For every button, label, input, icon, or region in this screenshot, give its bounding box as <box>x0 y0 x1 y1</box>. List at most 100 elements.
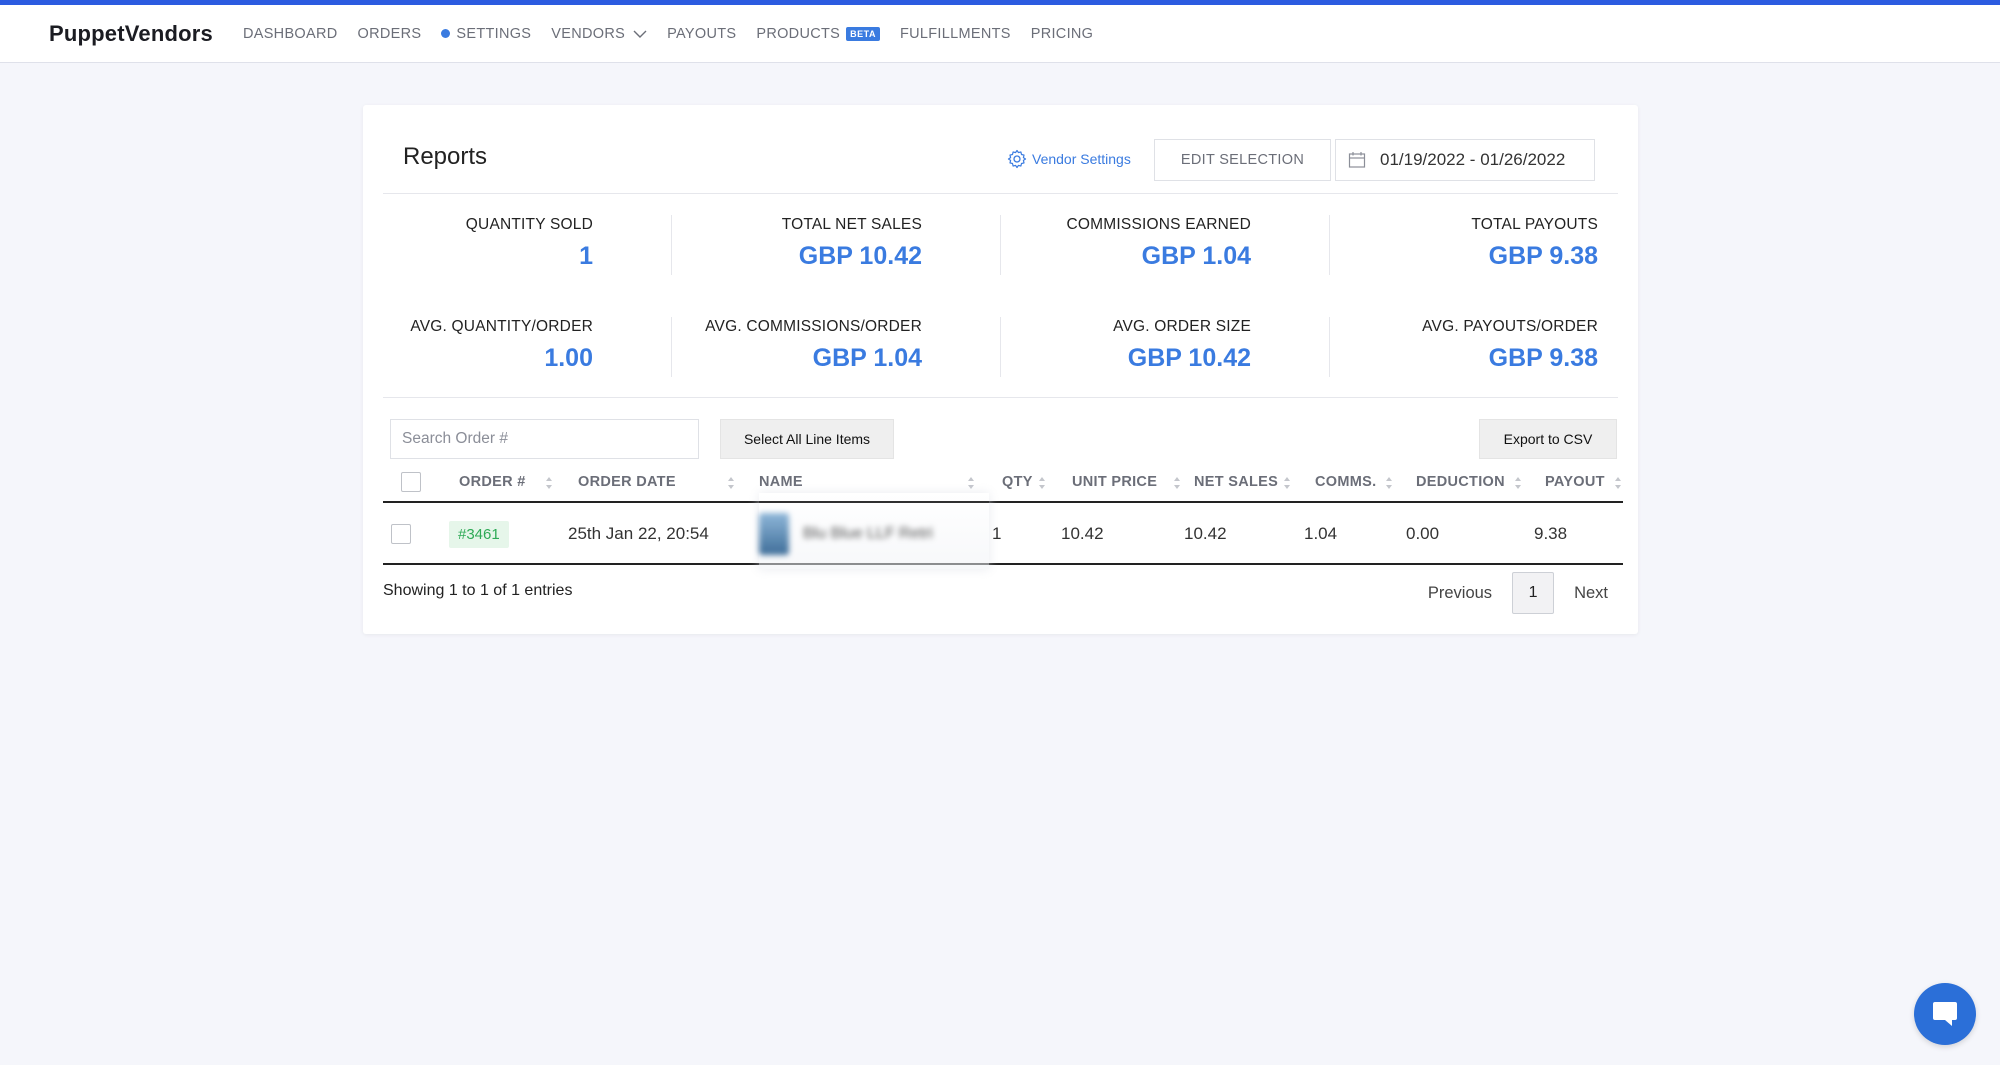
col-net-sales[interactable]: NET SALES <box>1194 463 1278 501</box>
search-order-input[interactable] <box>390 419 699 459</box>
stat-avg-quantity-order: AVG. QUANTITY/ORDER 1.00 <box>293 318 593 373</box>
stat-label: TOTAL NET SALES <box>781 216 922 233</box>
top-navbar: PuppetVendors DASHBOARD ORDERS SETTINGS … <box>0 0 2000 63</box>
col-name[interactable]: NAME <box>759 463 803 501</box>
gear-icon <box>1007 149 1027 169</box>
nav-pricing-label: PRICING <box>1030 25 1094 42</box>
stat-value: GBP 9.38 <box>1488 344 1598 372</box>
col-label: ORDER DATE <box>578 474 676 490</box>
chevron-down-icon <box>633 30 647 38</box>
col-label: QTY <box>1002 474 1033 490</box>
row-checkbox[interactable] <box>391 524 411 544</box>
col-payout[interactable]: PAYOUT <box>1545 463 1605 501</box>
nav-payouts-label: PAYOUTS <box>667 25 737 42</box>
stat-label: AVG. COMMISSIONS/ORDER <box>705 318 922 335</box>
nav-dashboard-label: DASHBOARD <box>242 25 338 42</box>
divider <box>383 397 1618 398</box>
deduction-cell: 0.00 <box>1406 524 1440 543</box>
date-range-picker[interactable]: 01/19/2022 - 01/26/2022 <box>1335 139 1595 181</box>
chat-widget-button[interactable] <box>1914 983 1976 1045</box>
entries-info: Showing 1 to 1 of 1 entries <box>383 582 573 599</box>
previous-page-button[interactable]: Previous <box>1428 584 1492 603</box>
stat-label: AVG. QUANTITY/ORDER <box>410 318 593 335</box>
calendar-icon <box>1348 152 1366 168</box>
sort-icon[interactable] <box>1283 476 1291 490</box>
col-comms[interactable]: COMMS. <box>1315 463 1376 501</box>
col-qty[interactable]: QTY <box>1002 463 1033 501</box>
stat-commissions-earned: COMMISSIONS EARNED GBP 1.04 <box>951 216 1251 271</box>
sort-icon[interactable] <box>1038 476 1046 490</box>
col-label: UNIT PRICE <box>1072 474 1158 490</box>
stat-value: 1.00 <box>544 344 593 372</box>
nav-products[interactable]: PRODUCTS BETA <box>756 26 880 42</box>
stat-value: GBP 9.38 <box>1488 242 1598 270</box>
stat-label: QUANTITY SOLD <box>465 216 593 233</box>
select-all-checkbox[interactable] <box>401 472 421 492</box>
stat-avg-payouts-order: AVG. PAYOUTS/ORDER GBP 9.38 <box>1298 318 1598 373</box>
stat-value: GBP 1.04 <box>1141 242 1251 270</box>
vendor-settings-label: Vendor Settings <box>1032 151 1131 167</box>
notification-dot-icon <box>441 29 451 38</box>
col-order-date[interactable]: ORDER DATE <box>578 463 676 501</box>
nav-dashboard[interactable]: DASHBOARD <box>243 26 338 42</box>
sort-icon[interactable] <box>1173 476 1181 490</box>
col-label: ORDER # <box>459 474 526 490</box>
name-cell: Blu Blue LLF Retri <box>759 503 933 565</box>
order-number-link[interactable]: #3461 <box>449 520 509 548</box>
page-1-button[interactable]: 1 <box>1512 572 1555 614</box>
product-name: Blu Blue LLF Retri <box>803 525 933 542</box>
unit-price-cell: 10.42 <box>1061 524 1104 543</box>
stat-label: TOTAL PAYOUTS <box>1471 216 1598 233</box>
brand-logo[interactable]: PuppetVendors <box>49 21 213 47</box>
payout-cell: 9.38 <box>1534 524 1568 543</box>
blurred-product: Blu Blue LLF Retri <box>759 513 933 555</box>
sort-icon[interactable] <box>967 476 975 490</box>
stat-label: AVG. PAYOUTS/ORDER <box>1422 318 1598 335</box>
chat-bubble-icon <box>1933 1002 1957 1026</box>
sort-icon[interactable] <box>727 476 735 490</box>
nav-payouts[interactable]: PAYOUTS <box>667 26 736 42</box>
nav-orders[interactable]: ORDERS <box>358 26 422 42</box>
stat-value: GBP 10.42 <box>798 242 922 270</box>
net-sales-cell: 10.42 <box>1184 524 1227 543</box>
stat-label: AVG. ORDER SIZE <box>1113 318 1251 335</box>
stat-value: GBP 10.42 <box>1127 344 1251 372</box>
table-header: ORDER # ORDER DATE NAME QTY UNIT PRICE N… <box>383 463 1623 503</box>
sort-icon[interactable] <box>1614 476 1622 490</box>
stat-avg-order-size: AVG. ORDER SIZE GBP 10.42 <box>951 318 1251 373</box>
stat-value: GBP 1.04 <box>812 344 922 372</box>
nav-pricing[interactable]: PRICING <box>1031 26 1094 42</box>
date-range-value: 01/19/2022 - 01/26/2022 <box>1380 150 1566 169</box>
next-page-button[interactable]: Next <box>1574 584 1608 603</box>
nav-settings[interactable]: SETTINGS <box>441 26 531 42</box>
stat-total-net-sales: TOTAL NET SALES GBP 10.42 <box>622 216 922 271</box>
qty-cell: 1 <box>992 524 1002 543</box>
stat-total-payouts: TOTAL PAYOUTS GBP 9.38 <box>1298 216 1598 271</box>
col-deduction[interactable]: DEDUCTION <box>1416 463 1505 501</box>
order-date-cell: 25th Jan 22, 20:54 <box>568 524 709 543</box>
page-title: Reports <box>403 143 488 170</box>
table-row: #3461 25th Jan 22, 20:54 Blu Blue LLF Re… <box>383 493 1623 569</box>
col-order[interactable]: ORDER # <box>459 463 526 501</box>
col-unit-price[interactable]: UNIT PRICE <box>1072 463 1157 501</box>
nav-vendors[interactable]: VENDORS <box>551 26 647 42</box>
col-label: NET SALES <box>1194 474 1279 490</box>
nav-orders-label: ORDERS <box>357 25 422 42</box>
reports-card: Reports Vendor Settings EDIT SELECTION 0… <box>363 105 1638 634</box>
product-thumbnail <box>759 513 789 555</box>
vendor-settings-link[interactable]: Vendor Settings <box>1007 149 1131 169</box>
stat-label: COMMISSIONS EARNED <box>1066 216 1251 233</box>
export-csv-button[interactable]: Export to CSV <box>1479 419 1617 459</box>
sort-icon[interactable] <box>545 476 553 490</box>
edit-selection-button[interactable]: EDIT SELECTION <box>1154 139 1331 181</box>
comms-cell: 1.04 <box>1304 524 1338 543</box>
nav-settings-label: SETTINGS <box>456 25 532 42</box>
sort-icon[interactable] <box>1514 476 1522 490</box>
nav-vendors-label: VENDORS <box>551 25 626 42</box>
col-label: COMMS. <box>1315 474 1377 490</box>
order-cell: #3461 <box>449 503 509 565</box>
beta-badge: BETA <box>846 26 880 41</box>
nav-fulfillments[interactable]: FULFILLMENTS <box>900 26 1011 42</box>
sort-icon[interactable] <box>1385 476 1393 490</box>
select-all-line-items-button[interactable]: Select All Line Items <box>720 419 894 459</box>
